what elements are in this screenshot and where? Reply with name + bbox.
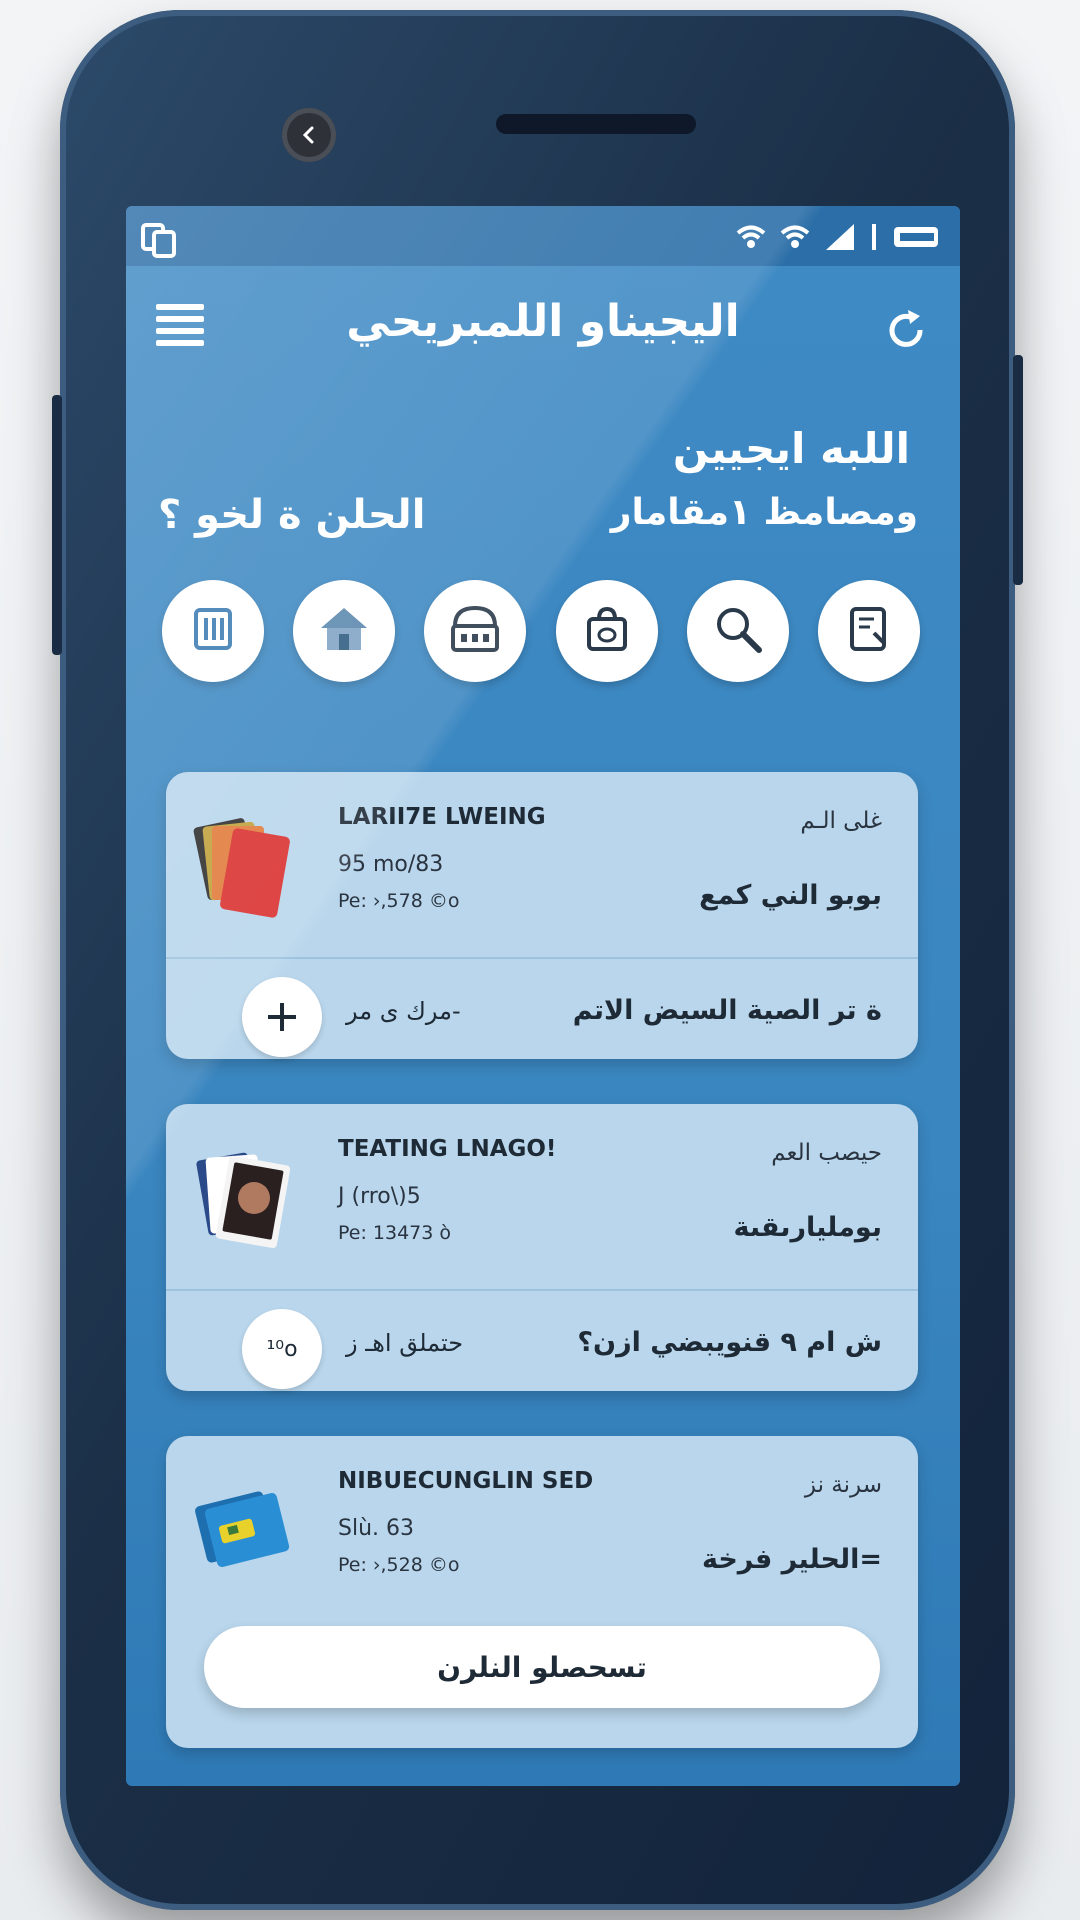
item-price: Pe: ›,528 ©o: [338, 1554, 460, 1576]
power-button: [1013, 355, 1023, 585]
wifi-icon: [780, 224, 810, 254]
red-cards-icon: [192, 812, 302, 922]
wifi-icon: [736, 224, 766, 254]
item-label: سرنة نز: [804, 1472, 882, 1498]
signal-icon: [824, 222, 856, 256]
item-action-text: حتملق اهـ ز: [346, 1329, 464, 1357]
hero-section: اللبه ايجيين ومصامظ ١مقامار الحلن ة لخو …: [126, 384, 960, 570]
search-icon: [711, 602, 765, 660]
item-card[interactable]: LARII7E LWEING 95 mo/83 Pe: ›,578 ©o غلى…: [166, 772, 918, 1059]
item-title-ar: الحلير فرخة=: [701, 1544, 882, 1575]
category-search[interactable]: [686, 580, 789, 682]
item-meta: Slù. 63: [338, 1516, 415, 1541]
item-name: TEATING LNAGO!: [338, 1136, 557, 1162]
status-bar: [126, 206, 960, 266]
hero-title: اللبه ايجيين: [672, 424, 910, 473]
item-title-ar: بومليارىقىة: [733, 1212, 882, 1243]
item-action-text: مرك ى مر-: [346, 997, 461, 1025]
item-meta: J (rro\)5: [338, 1184, 421, 1209]
app-title: اليجيناو اللمبريحي: [346, 296, 740, 347]
document-icon: [844, 603, 894, 659]
item-title-ar: بوبو الني كمع: [699, 880, 882, 911]
category-store[interactable]: [424, 580, 527, 682]
item-price: Pe: 13473 ò: [338, 1222, 452, 1244]
hero-side-text: الحلن ة لخو ؟: [158, 492, 426, 538]
bag-icon: [581, 603, 633, 659]
category-row: [126, 580, 960, 682]
app-bar: اليجيناو اللمبريحي: [126, 266, 960, 384]
notebook-icon: [188, 604, 238, 658]
item-price: Pe: ›,578 ©o: [338, 890, 460, 912]
home-icon: [317, 602, 371, 660]
plus-icon: [268, 1003, 296, 1031]
item-card[interactable]: NIBUECUNGLIN SED Slù. 63 Pe: ›,528 ©o سر…: [166, 1436, 918, 1748]
add-button[interactable]: [242, 977, 322, 1057]
item-description: ة تر الصية السيض الاتم: [572, 995, 882, 1026]
hero-subtitle: ومصامظ ١مقامار: [610, 492, 918, 533]
category-home[interactable]: [293, 580, 396, 682]
separator-icon: [870, 222, 878, 256]
volume-button: [52, 395, 62, 655]
copy-icon: [140, 220, 182, 264]
item-label: غلى الـم: [800, 808, 882, 834]
item-meta: 95 mo/83: [338, 852, 444, 877]
primary-action-button[interactable]: تسحصلو النلرن: [204, 1626, 880, 1708]
phone-frame: اليجيناو اللمبريحي اللبه ايجيين ومصامظ ١…: [52, 10, 1023, 1910]
item-label: حيصب العم: [771, 1140, 882, 1166]
quantity-button[interactable]: ¹⁰o: [242, 1309, 322, 1389]
phone-screen: اليجيناو اللمبريحي اللبه ايجيين ومصامظ ١…: [126, 206, 960, 1786]
item-name: NIBUECUNGLIN SED: [338, 1468, 594, 1494]
blue-cards-icon: [192, 1476, 302, 1586]
item-name: LARII7E LWEING: [338, 804, 546, 830]
battery-icon: [892, 223, 942, 255]
category-bag[interactable]: [555, 580, 658, 682]
category-document[interactable]: [817, 580, 920, 682]
category-notebook[interactable]: [162, 580, 264, 682]
item-card[interactable]: TEATING LNAGO! J (rro\)5 Pe: 13473 ò حيص…: [166, 1104, 918, 1391]
back-camera-icon[interactable]: [282, 108, 336, 162]
item-description: ش ام ٩ قنويبضي ازن؟: [577, 1327, 882, 1358]
refresh-icon[interactable]: [882, 306, 930, 354]
store-icon: [447, 602, 503, 660]
earpiece-speaker: [496, 114, 696, 134]
photo-cards-icon: [192, 1144, 302, 1254]
